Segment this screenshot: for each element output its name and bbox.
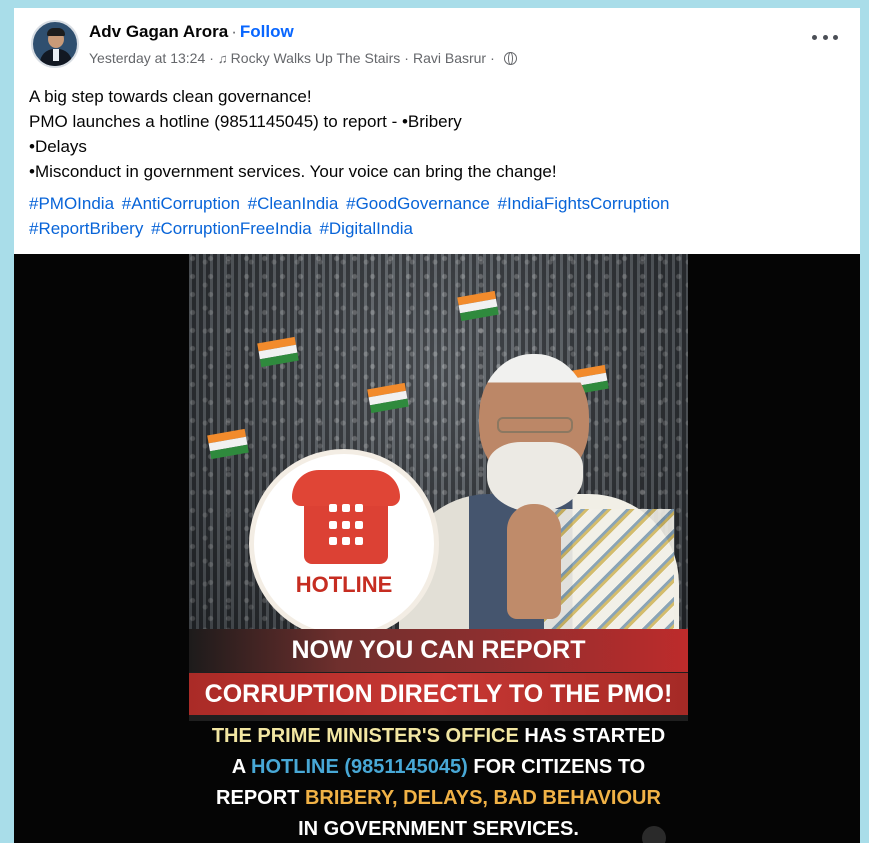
poster-highlight: THE PRIME MINISTER'S OFFICE	[211, 725, 519, 747]
avatar[interactable]	[31, 20, 79, 68]
poster-body-text: THE PRIME MINISTER'S OFFICE HAS STARTED …	[189, 721, 688, 843]
more-dot	[822, 34, 828, 40]
post-media[interactable]: HOTLINE NOW YOU CAN REPORT CORRUPTION DI…	[14, 254, 860, 843]
more-dot	[812, 34, 817, 40]
poster-banner-line2: CORRUPTION DIRECTLY TO THE PMO!	[189, 673, 688, 715]
shawl	[544, 509, 674, 644]
poster-hotline-number: HOTLINE (9851145045)	[251, 756, 468, 778]
hashtag-link[interactable]: #GoodGovernance	[346, 194, 490, 213]
hashtag-list: #PMOIndia #AntiCorruption #CleanIndia #G…	[29, 191, 839, 241]
more-dot	[833, 34, 838, 40]
hotline-label: HOTLINE	[295, 572, 393, 597]
hashtag-link[interactable]: #CorruptionFreeIndia	[151, 219, 312, 238]
beard	[487, 442, 583, 512]
telephone-icon	[284, 466, 409, 566]
music-icon: ♫	[217, 50, 228, 66]
post-header: Adv Gagan Arora · Follow Yesterday at 13:2…	[14, 8, 860, 78]
poster-body-line: THE PRIME MINISTER'S OFFICE HAS STARTED	[189, 721, 688, 752]
post-card: Adv Gagan Arora · Follow Yesterday at 13:2…	[14, 8, 860, 843]
poster-body-line: A HOTLINE (9851145045) FOR CITIZENS TO	[189, 752, 688, 783]
folded-hands	[507, 504, 561, 619]
avatar-shirt	[53, 49, 59, 61]
follow-button[interactable]: Follow	[240, 22, 294, 41]
hashtag-link[interactable]: #ReportBribery	[29, 219, 143, 238]
globe-icon[interactable]	[503, 51, 517, 65]
poster-body-line: IN GOVERNMENT SERVICES.	[298, 818, 579, 840]
hashtag-link[interactable]: #DigitalIndia	[319, 219, 413, 238]
music-artist[interactable]: Ravi Basrur	[413, 50, 486, 66]
poster-body-line: REPORT BRIBERY, DELAYS, BAD BEHAVIOUR	[189, 783, 688, 814]
post-text-line: •Misconduct in government services. Your…	[29, 162, 557, 181]
post-text: A big step towards clean governance! PMO…	[29, 84, 839, 184]
poster-highlight: BRIBERY, DELAYS, BAD BEHAVIOUR	[304, 787, 661, 809]
phone-handset	[292, 470, 400, 506]
poster-image[interactable]: HOTLINE NOW YOU CAN REPORT CORRUPTION DI…	[189, 254, 688, 843]
poster-text: A	[231, 756, 252, 778]
media-control-icon[interactable]	[642, 826, 666, 843]
music-title[interactable]: Rocky Walks Up The Stairs	[231, 50, 401, 66]
author-name[interactable]: Adv Gagan Arora	[89, 22, 228, 41]
post-meta: Yesterday at 13:24 · ♫ Rocky Walks Up Th…	[89, 50, 517, 66]
more-options-icon[interactable]	[812, 30, 838, 44]
post-text-line: A big step towards clean governance!	[29, 87, 312, 106]
author-line: Adv Gagan Arora · Follow	[89, 22, 294, 42]
poster-text: HAS STARTED	[518, 725, 666, 747]
glasses	[497, 417, 573, 433]
phone-dial	[328, 504, 364, 550]
poster-banner-line1: NOW YOU CAN REPORT	[189, 629, 688, 672]
poster-text: FOR CITIZENS TO	[467, 756, 646, 778]
avatar-hair	[47, 28, 65, 36]
hashtag-link[interactable]: #IndiaFightsCorruption	[498, 194, 670, 213]
hashtag-link[interactable]: #PMOIndia	[29, 194, 114, 213]
author-separator: ·	[231, 22, 237, 41]
poster-text: REPORT	[216, 787, 305, 809]
leader-figure	[384, 354, 688, 644]
post-timestamp[interactable]: Yesterday at 13:24	[89, 50, 205, 66]
meta-separator: ·	[209, 50, 214, 66]
hashtag-link[interactable]: #AntiCorruption	[122, 194, 240, 213]
post-text-line: •Delays	[29, 137, 87, 156]
hotline-badge: HOTLINE	[249, 449, 439, 639]
hashtag-link[interactable]: #CleanIndia	[248, 194, 339, 213]
meta-separator-2: ·	[404, 50, 409, 66]
post-text-line: PMO launches a hotline (9851145045) to r…	[29, 112, 462, 131]
meta-separator-3: ·	[490, 50, 495, 66]
